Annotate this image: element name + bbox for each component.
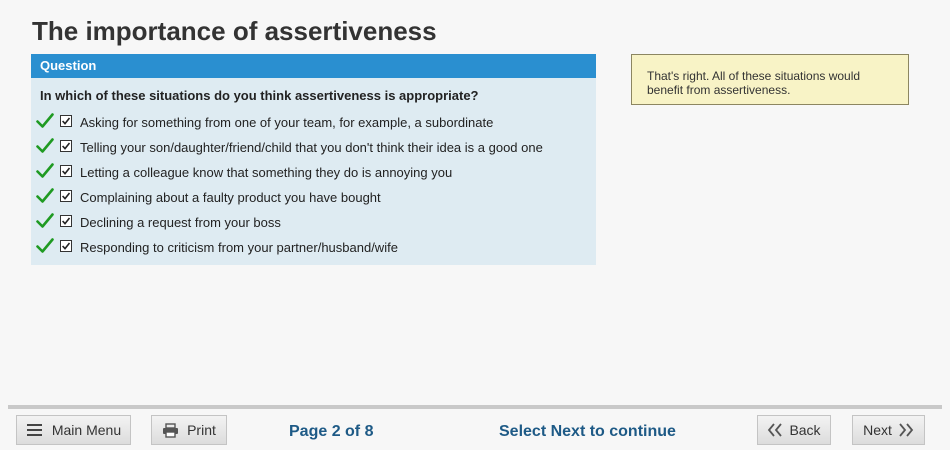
main-menu-button[interactable]: Main Menu — [16, 415, 131, 445]
option-item[interactable]: Asking for something from one of your te… — [31, 112, 596, 137]
print-button[interactable]: Print — [151, 415, 227, 445]
hamburger-icon — [26, 423, 44, 437]
option-checkbox[interactable] — [60, 165, 72, 177]
back-button[interactable]: Back — [757, 415, 831, 445]
question-prompt: In which of these situations do you thin… — [40, 88, 479, 103]
option-label: Responding to criticism from your partne… — [80, 240, 398, 255]
printer-icon — [162, 422, 179, 438]
question-header: Question — [31, 54, 596, 78]
check-icon — [36, 212, 54, 230]
check-icon — [36, 237, 54, 255]
option-label: Asking for something from one of your te… — [80, 115, 494, 130]
check-icon — [36, 137, 54, 155]
page-indicator: Page 2 of 8 — [289, 423, 374, 440]
option-label: Telling your son/daughter/friend/child t… — [80, 140, 543, 155]
back-label: Back — [789, 422, 821, 438]
option-item[interactable]: Complaining about a faulty product you h… — [31, 187, 596, 212]
check-icon — [36, 112, 54, 130]
question-panel: Question In which of these situations do… — [31, 54, 596, 265]
option-label: Complaining about a faulty product you h… — [80, 190, 381, 205]
feedback-text: That's right. All of these situations wo… — [647, 69, 861, 97]
option-item[interactable]: Telling your son/daughter/friend/child t… — [31, 137, 596, 162]
option-item[interactable]: Responding to criticism from your partne… — [31, 237, 596, 262]
next-button[interactable]: Next — [852, 415, 925, 445]
check-icon — [36, 162, 54, 180]
option-label: Declining a request from your boss — [80, 215, 281, 230]
double-chevron-right-icon — [898, 423, 914, 437]
print-label: Print — [187, 422, 216, 438]
main-menu-label: Main Menu — [51, 422, 122, 438]
option-checkbox[interactable] — [60, 140, 72, 152]
check-icon — [36, 187, 54, 205]
option-item[interactable]: Letting a colleague know that something … — [31, 162, 596, 187]
double-chevron-left-icon — [767, 423, 783, 437]
option-label: Letting a colleague know that something … — [80, 165, 453, 180]
options-list: Asking for something from one of your te… — [31, 112, 596, 262]
option-checkbox[interactable] — [60, 115, 72, 127]
option-checkbox[interactable] — [60, 190, 72, 202]
option-item[interactable]: Declining a request from your boss — [31, 212, 596, 237]
option-checkbox[interactable] — [60, 240, 72, 252]
page-title: The importance of assertiveness — [32, 16, 437, 46]
feedback-box: That's right. All of these situations wo… — [631, 54, 909, 105]
footer-divider — [8, 405, 942, 409]
status-message: Select Next to continue — [499, 423, 676, 440]
option-checkbox[interactable] — [60, 215, 72, 227]
next-label: Next — [863, 422, 892, 438]
